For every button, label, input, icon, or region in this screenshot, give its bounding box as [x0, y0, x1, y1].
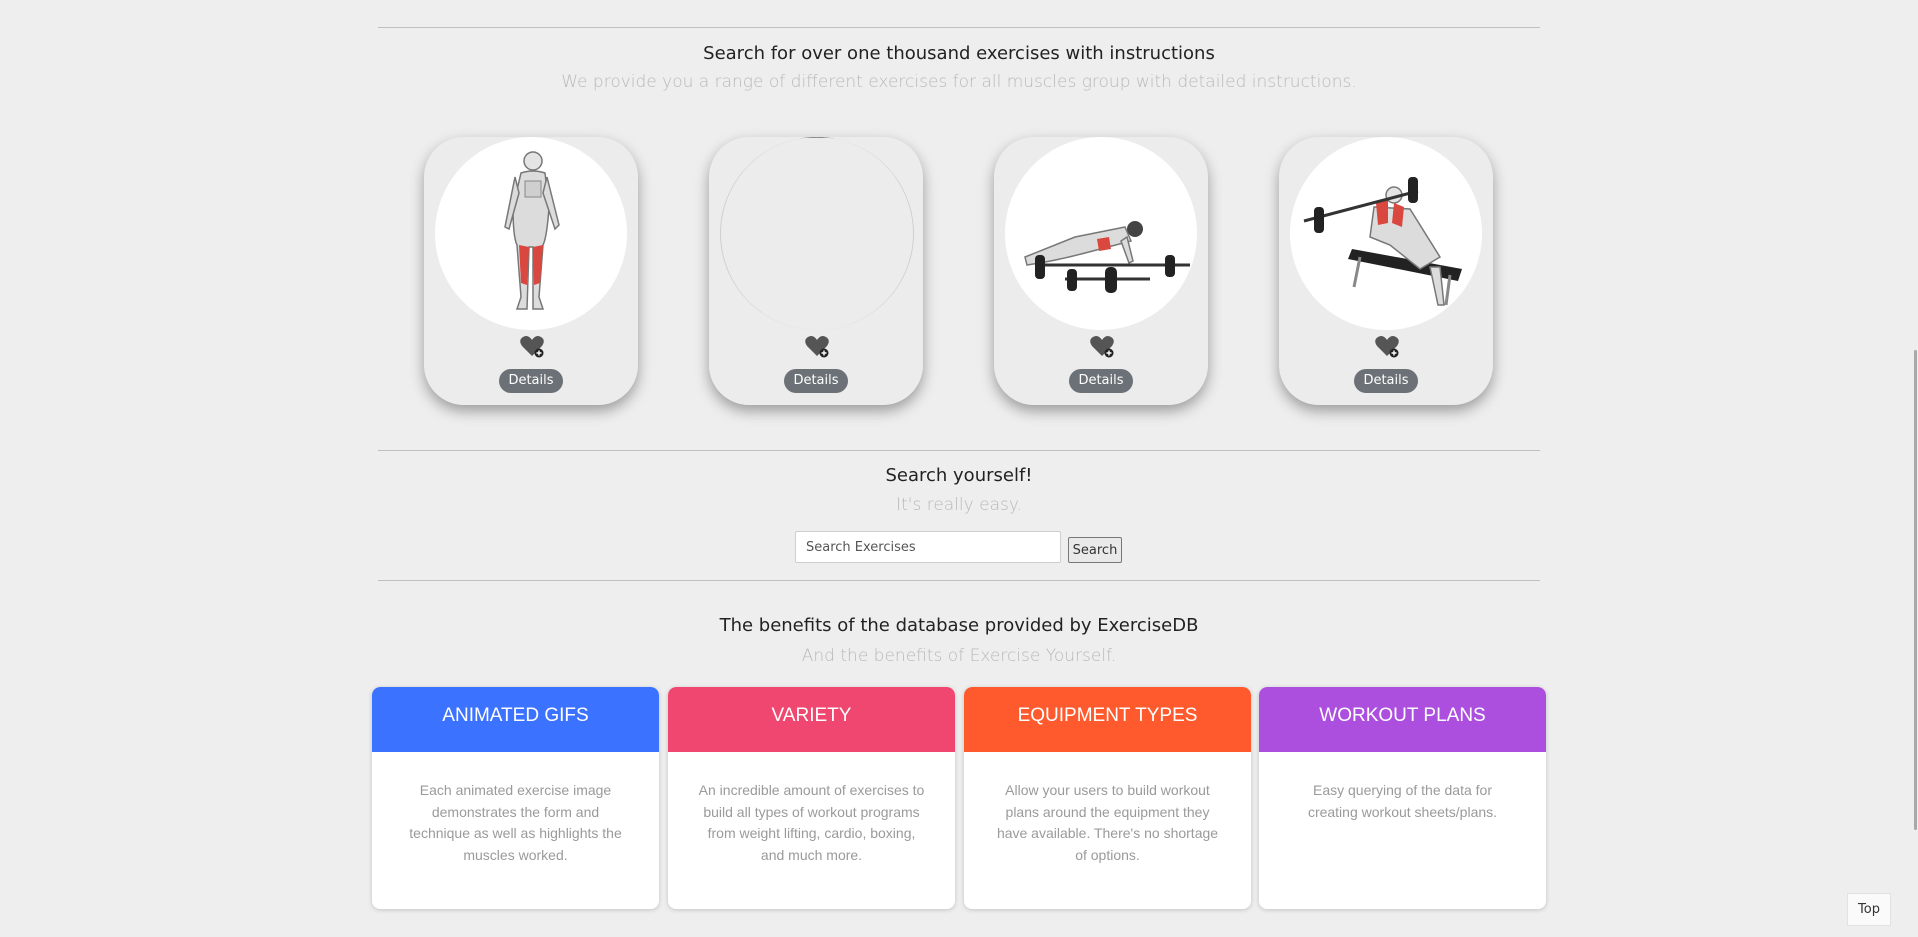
standing-figure-icon — [504, 151, 560, 310]
exercise-card: Details — [424, 137, 638, 405]
exercise-card: Details — [1279, 137, 1493, 405]
barbell-push-up-icon — [1024, 221, 1190, 293]
details-button[interactable]: Details — [1354, 369, 1418, 393]
scrollbar-thumb[interactable] — [1914, 350, 1917, 830]
divider — [378, 450, 1540, 451]
details-button[interactable]: Details — [1069, 369, 1133, 393]
exercise-card: Details — [994, 137, 1208, 405]
details-button[interactable]: Details — [499, 369, 563, 393]
favorite-heart-icon[interactable] — [1374, 334, 1400, 358]
benefit-card-title: WORKOUT PLANS — [1259, 687, 1546, 752]
details-button[interactable]: Details — [784, 369, 848, 393]
search-button[interactable]: Search — [1068, 537, 1122, 563]
benefit-card-title: ANIMATED GIFS — [372, 687, 659, 752]
benefit-card-variety: VARIETY An incredible amount of exercise… — [668, 687, 955, 909]
divider — [378, 580, 1540, 581]
bench-barbell-icon — [1303, 177, 1462, 306]
exercise-image — [1290, 137, 1482, 330]
benefit-card-text: Easy querying of the data for creating w… — [1307, 782, 1498, 820]
search-subtitle: It's really easy. — [896, 495, 1022, 515]
scrollbar[interactable] — [1910, 0, 1918, 937]
benefit-card-text: Allow your users to build workout plans … — [996, 782, 1219, 863]
image-loading-placeholder-icon — [792, 137, 842, 139]
intro-title: Search for over one thousand exercises w… — [703, 43, 1215, 64]
benefit-card-text: An incredible amount of exercises to bui… — [698, 782, 925, 863]
benefit-card-text: Each animated exercise image demonstrate… — [409, 782, 622, 863]
benefits-title: The benefits of the database provided by… — [719, 615, 1199, 636]
favorite-heart-icon[interactable] — [1089, 334, 1115, 358]
benefit-card-animated-gifs: ANIMATED GIFS Each animated exercise ima… — [372, 687, 659, 909]
exercise-image — [435, 137, 627, 330]
favorite-heart-icon[interactable] — [519, 334, 545, 358]
benefits-subtitle: And the benefits of Exercise Yourself. — [801, 646, 1117, 666]
search-title: Search yourself! — [885, 465, 1033, 486]
exercise-card: Details — [709, 137, 923, 405]
favorite-heart-icon[interactable] — [804, 334, 830, 358]
exercise-image — [720, 137, 914, 330]
scroll-to-top-button[interactable]: Top — [1847, 893, 1891, 926]
exercise-image — [1005, 137, 1197, 330]
page: Search for over one thousand exercises w… — [0, 0, 1918, 937]
search-input[interactable] — [795, 531, 1061, 563]
benefit-card-title: EQUIPMENT TYPES — [964, 687, 1251, 752]
intro-subtitle: We provide you a range of different exer… — [561, 72, 1357, 92]
benefit-card-workout-plans: WORKOUT PLANS Easy querying of the data … — [1259, 687, 1546, 909]
benefit-card-equipment-types: EQUIPMENT TYPES Allow your users to buil… — [964, 687, 1251, 909]
divider — [378, 27, 1540, 28]
benefit-card-title: VARIETY — [668, 687, 955, 752]
